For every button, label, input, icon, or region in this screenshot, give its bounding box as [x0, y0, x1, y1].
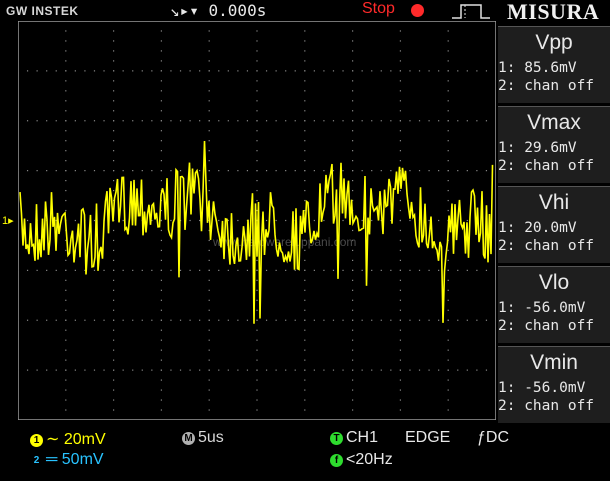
frequency: <20Hz — [346, 451, 393, 468]
measurement-vmin[interactable]: Vmin 1: -56.0mV 2: chan off — [498, 346, 610, 423]
ch2-scale: ═ 50mV — [46, 451, 104, 468]
measurement-ch1-value: 1: 29.6mV — [498, 140, 577, 156]
measurement-ch1-value: 1: 20.0mV — [498, 220, 577, 236]
gw-instek-logo: GW INSTEK — [6, 4, 79, 18]
waveform-display[interactable]: www.hardwareluppani.com — [18, 21, 496, 420]
measurement-ch1-value: 1: -56.0mV — [498, 380, 586, 396]
run-stop-status[interactable]: Stop — [362, 0, 395, 18]
measurement-ch2-value: 2: chan off — [498, 78, 595, 94]
measurement-title: Vmin — [530, 351, 578, 374]
trigger-position-readout[interactable]: ↘▸▾ 0.000s — [170, 1, 266, 20]
measurement-title: Vpp — [535, 31, 573, 54]
trigger-source: CH1 — [346, 429, 379, 446]
ch1-scale: ∼ 20mV — [46, 431, 106, 448]
measurement-ch2-value: 2: chan off — [498, 238, 595, 254]
measurement-ch1-value: 1: -56.0mV — [498, 300, 586, 316]
measurement-vpp[interactable]: Vpp 1: 85.6mV 2: chan off — [498, 26, 610, 103]
measurement-ch2-value: 2: chan off — [498, 318, 595, 334]
ch2-badge-icon: 2 — [30, 454, 43, 467]
bottom-status-bar: 1 ∼ 20mV 2 ═ 50mV M 5us T CH1 EDGE ƒDC f <20H… — [0, 424, 610, 481]
trigger-source-readout[interactable]: T CH1 — [330, 429, 378, 447]
f-badge-icon: f — [330, 454, 343, 467]
stop-indicator-icon — [411, 4, 424, 17]
timebase-readout[interactable]: M 5us — [182, 429, 224, 447]
top-status-bar: GW INSTEK ↘▸▾ 0.000s Stop MISURA — [0, 0, 610, 24]
measurement-vhi[interactable]: Vhi 1: 20.0mV 2: chan off — [498, 186, 610, 263]
timebase: 5us — [198, 429, 224, 446]
t-badge-icon: T — [330, 432, 343, 445]
watermark-text: www.hardwareluppani.com — [212, 235, 356, 249]
measurement-title: Vmax — [527, 111, 581, 134]
trigger-type[interactable]: EDGE — [405, 429, 450, 447]
ch1-ground-marker[interactable]: 1▸ — [2, 214, 14, 227]
frequency-readout: f <20Hz — [330, 451, 393, 469]
ch1-scale-readout[interactable]: 1 ∼ 20mV — [30, 429, 106, 449]
measurement-ch2-value: 2: chan off — [498, 158, 595, 174]
measurement-panel: Vpp 1: 85.6mV 2: chan off Vmax 1: 29.6mV 2: c… — [498, 26, 610, 423]
measurement-ch2-value: 2: chan off — [498, 398, 595, 414]
ch2-scale-readout[interactable]: 2 ═ 50mV — [30, 451, 104, 469]
measurement-title: Vhi — [538, 191, 570, 214]
trigger-coupling[interactable]: ƒDC — [477, 429, 509, 447]
trigger-edge-icon — [452, 4, 490, 19]
m-badge-icon: M — [182, 432, 195, 445]
measurement-title: Vlo — [538, 271, 570, 294]
measurement-vlo[interactable]: Vlo 1: -56.0mV 2: chan off — [498, 266, 610, 343]
waveform-graticule: www.hardwareluppani.com — [18, 21, 496, 420]
misura-brand: MISURA — [507, 0, 600, 24]
measurement-ch1-value: 1: 85.6mV — [498, 60, 577, 76]
ch1-badge-icon: 1 — [30, 434, 43, 447]
measurement-vmax[interactable]: Vmax 1: 29.6mV 2: chan off — [498, 106, 610, 183]
